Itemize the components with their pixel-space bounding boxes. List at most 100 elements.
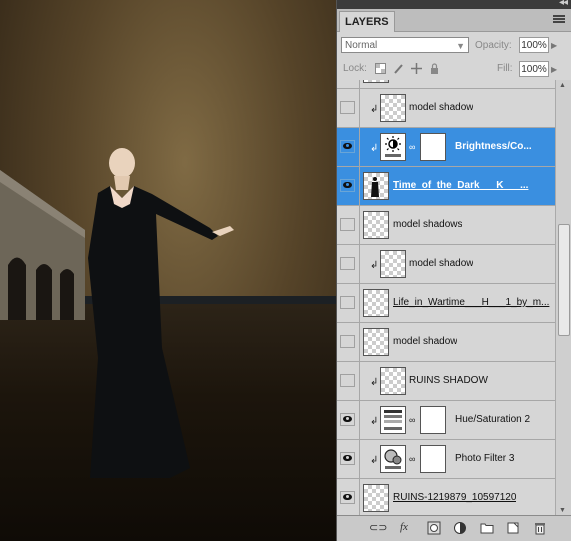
layer-name[interactable]: model shadow — [409, 102, 473, 113]
lock-row: Lock: Fill: 100% ▶ — [337, 58, 571, 81]
visibility-toggle[interactable] — [340, 374, 355, 387]
lock-position-icon[interactable] — [411, 63, 422, 74]
row-separator — [359, 206, 360, 244]
opacity-label: Opacity: — [475, 40, 512, 51]
layer-row-selected[interactable]: Time_of_the_Dark___K___... — [337, 167, 556, 206]
fill-field[interactable]: 100% — [519, 61, 549, 77]
visibility-toggle[interactable] — [340, 140, 355, 153]
panel-tab-row: LAYERS — [337, 9, 571, 32]
layer-name[interactable]: RUINS-1219879_10597120 — [393, 492, 516, 503]
panel-menu-icon[interactable] — [553, 15, 565, 25]
blend-options-row: Normal ▼ Opacity: 100% ▶ — [337, 32, 571, 58]
fill-dropdown-icon[interactable]: ▶ — [551, 65, 557, 74]
clipping-arrow-icon: ↲ — [370, 104, 379, 115]
layer-row[interactable]: ↲ ∞ Hue/Saturation 2 — [337, 401, 556, 440]
lock-pixels-icon[interactable] — [393, 63, 404, 74]
layer-thumbnail — [363, 211, 389, 239]
add-mask-icon[interactable] — [427, 521, 441, 535]
opacity-dropdown-icon[interactable]: ▶ — [551, 41, 557, 50]
layer-thumbnail — [363, 80, 389, 83]
lock-transparent-icon[interactable] — [375, 63, 386, 74]
model-figure — [88, 148, 234, 478]
brightness-adjustment-icon — [380, 133, 406, 161]
layer-name[interactable]: model shadows — [393, 219, 462, 230]
layer-row[interactable]: Life_in_Wartime___H___1_by_m... — [337, 284, 556, 323]
collapse-panel-icon[interactable]: ◂◂ — [559, 0, 568, 8]
layer-row[interactable]: ↲ RUINS SHADOW — [337, 362, 556, 401]
layer-row-selected[interactable]: ↲ ∞ Brightness/Co... — [337, 128, 556, 167]
layer-row[interactable]: model shadow — [337, 323, 556, 362]
clipping-arrow-icon: ↲ — [370, 455, 379, 466]
layer-mask-thumbnail[interactable] — [420, 133, 446, 161]
row-separator — [359, 80, 360, 88]
scroll-down-icon[interactable]: ▼ — [559, 507, 566, 514]
layers-list[interactable]: ↲ model shadow ↲ ∞ Brightness/Co... Time… — [337, 80, 571, 516]
layers-panel: ◂◂ LAYERS Normal ▼ Opacity: 100% ▶ Lock:… — [336, 0, 571, 541]
lock-all-icon[interactable] — [429, 63, 440, 74]
visibility-toggle[interactable] — [340, 257, 355, 270]
hue-saturation-icon — [380, 406, 406, 434]
fill-label: Fill: — [497, 63, 513, 74]
layer-mask-thumbnail[interactable] — [420, 445, 446, 473]
row-separator — [359, 128, 360, 166]
panel-footer: ⊂⊃ fx — [337, 515, 571, 541]
layer-row[interactable]: ↲ model shadow — [337, 245, 556, 284]
mask-link-icon[interactable]: ∞ — [409, 142, 415, 152]
layer-thumbnail — [380, 250, 406, 278]
layer-name[interactable]: model shadow — [393, 336, 457, 347]
row-separator — [359, 284, 360, 322]
row-separator — [359, 245, 360, 283]
layer-name[interactable]: Time_of_the_Dark___K___... — [393, 180, 553, 191]
layer-row[interactable]: ↲ model shadow — [337, 89, 556, 128]
blend-mode-value: Normal — [345, 40, 378, 51]
layer-thumbnail — [363, 172, 389, 200]
visibility-toggle[interactable] — [340, 218, 355, 231]
clipping-arrow-icon: ↲ — [370, 260, 379, 271]
visibility-toggle[interactable] — [340, 452, 355, 465]
visibility-toggle[interactable] — [340, 101, 355, 114]
new-layer-icon[interactable] — [506, 521, 520, 535]
layer-name[interactable]: Life_in_Wartime___H___1_by_m... — [393, 297, 553, 308]
row-separator — [359, 323, 360, 361]
row-separator — [359, 89, 360, 127]
visibility-toggle[interactable] — [340, 179, 355, 192]
trash-icon[interactable] — [533, 521, 547, 535]
blend-mode-select[interactable]: Normal ▼ — [341, 37, 469, 53]
row-separator — [359, 479, 360, 516]
visibility-toggle[interactable] — [340, 296, 355, 309]
visibility-toggle[interactable] — [340, 491, 355, 504]
layer-name[interactable]: Hue/Saturation 2 — [455, 414, 530, 425]
visibility-toggle[interactable] — [340, 413, 355, 426]
document-canvas[interactable] — [0, 0, 336, 541]
lock-label: Lock: — [343, 63, 367, 74]
layer-row[interactable]: model shadows — [337, 206, 556, 245]
tab-layers[interactable]: LAYERS — [339, 11, 395, 32]
row-separator — [359, 362, 360, 400]
opacity-field[interactable]: 100% — [519, 37, 549, 53]
mask-link-icon[interactable]: ∞ — [409, 454, 415, 464]
mask-link-icon[interactable]: ∞ — [409, 415, 415, 425]
row-separator — [359, 401, 360, 439]
layer-row-partial[interactable] — [337, 80, 556, 89]
fx-icon[interactable]: fx — [400, 521, 408, 535]
scrollbar-thumb[interactable] — [558, 224, 570, 336]
layer-row[interactable]: ↲ ∞ Photo Filter 3 — [337, 440, 556, 479]
layer-mask-thumbnail[interactable] — [420, 406, 446, 434]
link-layers-icon[interactable]: ⊂⊃ — [369, 521, 387, 535]
layer-thumbnail — [380, 367, 406, 395]
layer-name[interactable]: Brightness/Co... — [455, 141, 553, 152]
layer-name[interactable]: model shadow — [409, 258, 473, 269]
layer-name[interactable]: Photo Filter 3 — [455, 453, 514, 464]
clipping-arrow-icon: ↲ — [370, 143, 379, 154]
clipping-arrow-icon: ↲ — [370, 377, 379, 388]
layer-row[interactable]: RUINS-1219879_10597120 — [337, 479, 556, 516]
adjustment-layer-icon[interactable] — [453, 521, 467, 535]
layer-thumbnail — [380, 94, 406, 122]
layer-name[interactable]: RUINS SHADOW — [409, 375, 488, 386]
layers-scrollbar[interactable]: ▲ ▼ — [555, 80, 571, 516]
new-group-icon[interactable] — [480, 521, 494, 535]
visibility-toggle[interactable] — [340, 335, 355, 348]
panel-title-bar: ◂◂ — [337, 0, 571, 9]
clipping-arrow-icon: ↲ — [370, 416, 379, 427]
scroll-up-icon[interactable]: ▲ — [559, 82, 566, 89]
